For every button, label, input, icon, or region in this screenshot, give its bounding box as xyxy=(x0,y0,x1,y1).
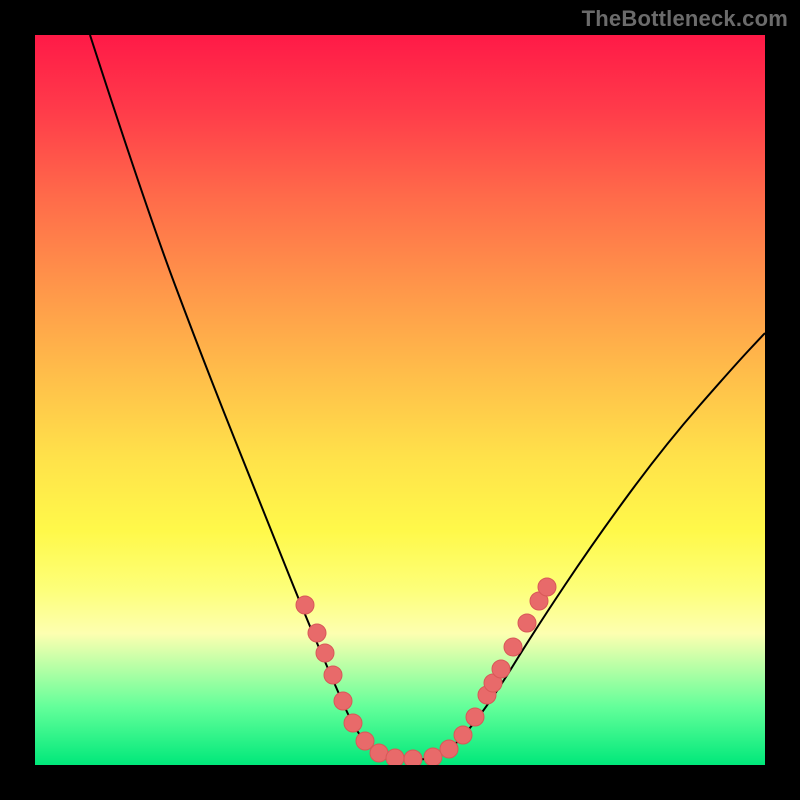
bottleneck-curve-svg xyxy=(35,35,765,765)
data-marker xyxy=(296,596,314,614)
data-marker xyxy=(424,748,442,765)
data-marker xyxy=(454,726,472,744)
chart-area xyxy=(35,35,765,765)
data-marker xyxy=(324,666,342,684)
marker-group xyxy=(296,578,556,765)
data-marker xyxy=(370,744,388,762)
data-marker xyxy=(466,708,484,726)
data-marker xyxy=(344,714,362,732)
data-marker xyxy=(356,732,374,750)
data-marker xyxy=(504,638,522,656)
watermark-text: TheBottleneck.com xyxy=(582,6,788,32)
data-marker xyxy=(404,750,422,765)
data-marker xyxy=(316,644,334,662)
bottleneck-curve-path xyxy=(90,35,765,760)
data-marker xyxy=(538,578,556,596)
data-marker xyxy=(440,740,458,758)
data-marker xyxy=(386,749,404,765)
data-marker xyxy=(492,660,510,678)
data-marker xyxy=(518,614,536,632)
data-marker xyxy=(334,692,352,710)
data-marker xyxy=(308,624,326,642)
